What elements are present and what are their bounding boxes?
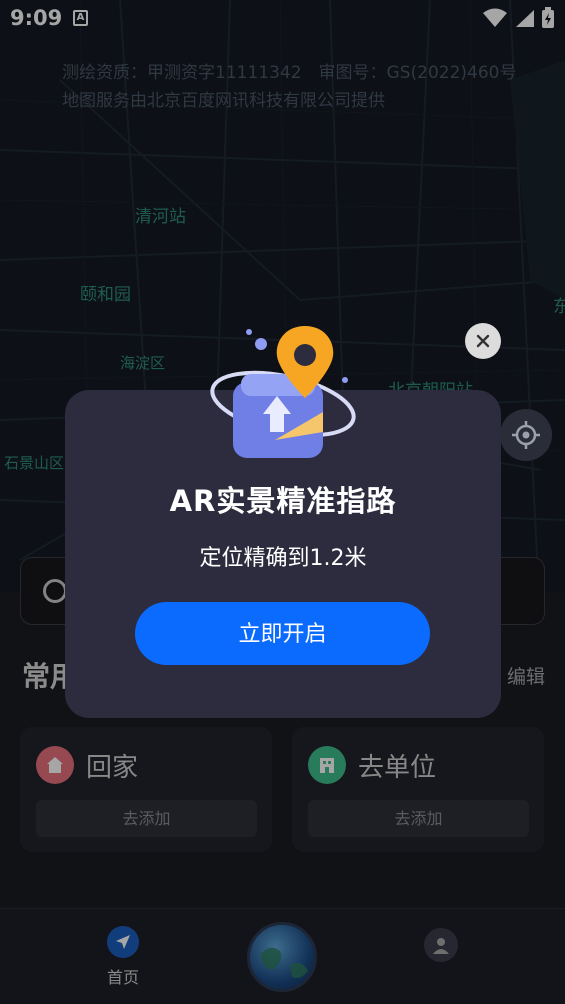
ar-location-illustration-icon [210, 326, 356, 458]
dialog-subtitle: 定位精确到1.2米 [199, 546, 367, 571]
close-dialog-button[interactable] [465, 323, 501, 359]
crosshair-locate-icon [512, 421, 540, 449]
enable-now-button[interactable]: 立即开启 [135, 602, 430, 665]
dialog-title: AR实景精准指路 [169, 484, 397, 518]
locate-me-button[interactable] [500, 409, 552, 461]
close-icon [476, 334, 490, 348]
